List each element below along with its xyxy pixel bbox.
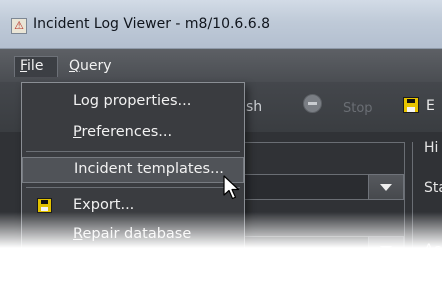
- chevron-down-icon[interactable]: [368, 236, 404, 262]
- menu-query[interactable]: Query: [64, 56, 117, 77]
- menu-item-preferences[interactable]: Preferences...: [22, 120, 244, 146]
- title-bar: ⚠ Incident Log Viewer - m8/10.6.6.8: [0, 0, 442, 49]
- menu-item-incident-templates[interactable]: Incident templates...: [22, 157, 244, 183]
- menu-separator: [26, 151, 240, 152]
- menu-separator: [26, 187, 240, 188]
- export-button[interactable]: E: [426, 98, 435, 114]
- menu-item-label: Incident templates...: [74, 161, 224, 177]
- chevron-down-icon[interactable]: [368, 174, 404, 200]
- history-start-label: Sta: [424, 180, 442, 196]
- menu-item-label: Preferences...: [73, 124, 173, 140]
- save-disk-icon: [37, 198, 52, 213]
- menu-item-label: Export...: [73, 197, 135, 213]
- history-action-label: Ac: [424, 242, 442, 258]
- menu-item-label: Log properties...: [73, 93, 192, 109]
- menu-item-clear-database[interactable]: Clear database...: [22, 248, 244, 274]
- menu-file-label: ile: [27, 58, 44, 74]
- menu-item-export[interactable]: Export...: [22, 193, 244, 219]
- stop-button[interactable]: Stop: [343, 101, 373, 116]
- menu-query-label: uery: [80, 58, 112, 74]
- file-menu-dropdown: Log properties... Preferences... Inciden…: [21, 82, 245, 268]
- refresh-button[interactable]: sh: [246, 99, 262, 115]
- menu-query-mnemonic: Q: [69, 58, 81, 74]
- window-title: Incident Log Viewer - m8/10.6.6.8: [33, 16, 271, 32]
- mouse-pointer-icon: [223, 175, 240, 200]
- menu-file-mnemonic: F: [20, 58, 28, 74]
- app-window: ⚠ Incident Log Viewer - m8/10.6.6.8 File…: [0, 0, 442, 297]
- menu-item-log-properties[interactable]: Log properties...: [22, 89, 244, 115]
- history-panel-title: Hi: [424, 140, 439, 156]
- menu-item-label: Clear database...: [73, 250, 197, 266]
- menu-bar: File Query: [0, 49, 442, 82]
- stop-icon: [303, 94, 322, 113]
- menu-file[interactable]: File: [14, 56, 58, 77]
- app-icon: ⚠: [11, 18, 27, 34]
- save-disk-icon: [403, 97, 419, 113]
- menu-item-repair-database[interactable]: Repair database: [22, 222, 244, 248]
- menu-item-label: Repair database: [73, 226, 192, 242]
